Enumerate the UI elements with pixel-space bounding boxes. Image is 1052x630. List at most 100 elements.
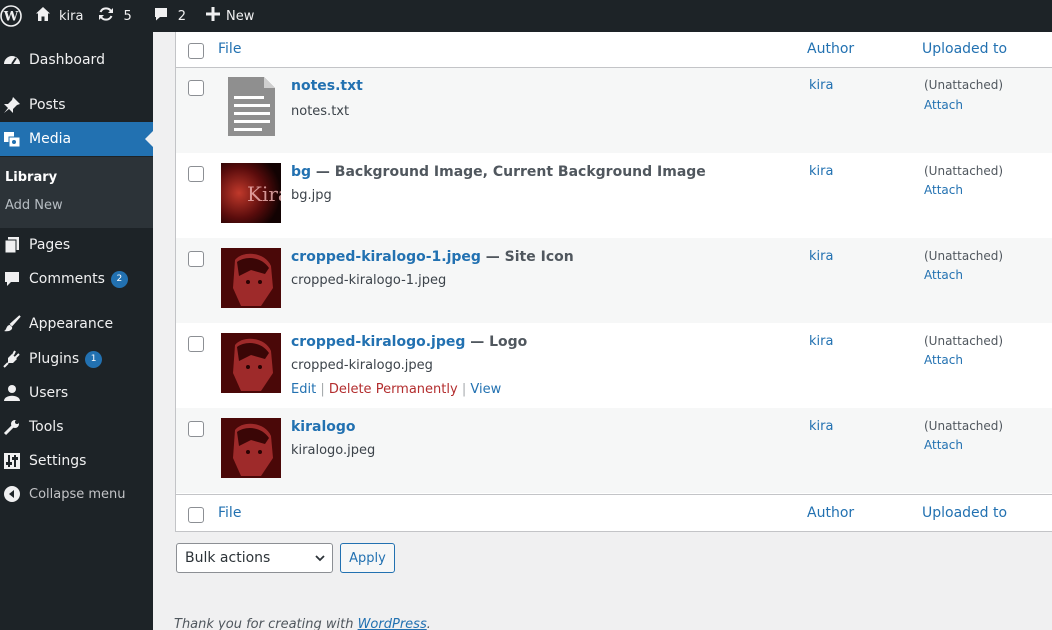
row-filename: bg.jpg bbox=[291, 188, 332, 203]
pin-icon bbox=[2, 95, 22, 115]
column-author-header[interactable]: Author bbox=[807, 41, 854, 57]
row-filename: notes.txt bbox=[291, 104, 350, 119]
collapse-arrow-icon bbox=[2, 484, 22, 504]
menu-users[interactable]: Users bbox=[0, 376, 153, 410]
row-checkbox[interactable] bbox=[188, 421, 204, 437]
collapse-menu-button[interactable]: Collapse menu bbox=[0, 477, 153, 511]
menu-pages[interactable]: Pages bbox=[0, 228, 153, 262]
submenu-library[interactable]: Library bbox=[5, 170, 57, 185]
menu-comments-label: Comments bbox=[29, 271, 105, 287]
plus-icon bbox=[206, 7, 221, 25]
wordpress-logo-icon[interactable]: W bbox=[0, 0, 22, 32]
wrench-icon bbox=[2, 417, 22, 437]
row-checkbox[interactable] bbox=[188, 80, 204, 96]
bulk-actions-select[interactable]: Bulk actions bbox=[176, 543, 333, 573]
row-checkbox[interactable] bbox=[188, 166, 204, 182]
row-attach-link[interactable]: Attach bbox=[924, 353, 963, 367]
row-attach-link[interactable]: Attach bbox=[924, 98, 963, 112]
row-title-link[interactable]: cropped-kiralogo-1.jpeg bbox=[291, 249, 481, 265]
admin-sidebar: Dashboard Posts Media Library Add New Pa… bbox=[0, 32, 153, 630]
chevron-down-icon bbox=[314, 552, 326, 568]
menu-posts-label: Posts bbox=[29, 97, 66, 113]
wordpress-link[interactable]: WordPress bbox=[358, 617, 427, 630]
menu-plugins[interactable]: Plugins 1 bbox=[0, 342, 153, 376]
column-uploaded-header[interactable]: Uploaded to bbox=[922, 41, 1007, 57]
bulk-actions-value: Bulk actions bbox=[185, 550, 271, 566]
media-list-table: File Author Uploaded to notes.txt notes.… bbox=[175, 32, 1052, 532]
menu-settings[interactable]: Settings bbox=[0, 444, 153, 478]
menu-posts[interactable]: Posts bbox=[0, 88, 153, 122]
submenu-add-new[interactable]: Add New bbox=[5, 198, 63, 213]
row-title: kiralogo bbox=[291, 419, 356, 435]
view-link[interactable]: View bbox=[470, 382, 501, 397]
menu-dashboard[interactable]: Dashboard bbox=[0, 43, 153, 77]
thumbnail-image[interactable]: Kira bbox=[221, 163, 281, 223]
dashboard-icon bbox=[2, 50, 22, 70]
edit-link[interactable]: Edit bbox=[291, 382, 316, 397]
menu-users-label: Users bbox=[29, 385, 69, 401]
table-footer: File Author Uploaded to bbox=[176, 494, 1052, 530]
column-file-footer[interactable]: File bbox=[218, 505, 241, 521]
row-author[interactable]: kira bbox=[809, 334, 833, 349]
user-icon bbox=[2, 383, 22, 403]
row-filename: cropped-kiralogo.jpeg bbox=[291, 358, 433, 373]
row-author[interactable]: kira bbox=[809, 78, 833, 93]
row-title: cropped-kiralogo.jpeg — Logo bbox=[291, 334, 527, 350]
row-actions: Edit | Delete Permanently | View bbox=[291, 382, 502, 397]
row-title-suffix: — Logo bbox=[465, 334, 528, 350]
row-title: notes.txt bbox=[291, 78, 363, 94]
menu-appearance[interactable]: Appearance bbox=[0, 307, 153, 341]
column-file-header[interactable]: File bbox=[218, 41, 241, 57]
row-checkbox[interactable] bbox=[188, 336, 204, 352]
apply-button[interactable]: Apply bbox=[340, 543, 395, 573]
table-row: kiralogo kiralogo.jpeg kira (Unattached)… bbox=[176, 408, 1052, 493]
media-submenu: Library Add New bbox=[0, 157, 153, 228]
thumbnail-image[interactable] bbox=[221, 248, 281, 308]
row-uploaded-to: (Unattached) bbox=[924, 249, 1004, 263]
menu-media-label: Media bbox=[29, 131, 72, 147]
menu-media[interactable]: Media bbox=[0, 122, 153, 156]
select-all-checkbox-footer[interactable] bbox=[188, 507, 204, 523]
row-title-link[interactable]: kiralogo bbox=[291, 419, 356, 435]
row-filename: cropped-kiralogo-1.jpeg bbox=[291, 273, 447, 288]
menu-settings-label: Settings bbox=[29, 453, 87, 469]
row-title: cropped-kiralogo-1.jpeg — Site Icon bbox=[291, 249, 574, 265]
row-uploaded-to: (Unattached) bbox=[924, 78, 1004, 92]
thumbnail-image[interactable] bbox=[221, 333, 281, 393]
row-title-link[interactable]: bg bbox=[291, 164, 311, 180]
menu-dashboard-label: Dashboard bbox=[29, 52, 105, 68]
delete-permanently-link[interactable]: Delete Permanently bbox=[329, 382, 458, 397]
thumbnail-image[interactable] bbox=[221, 418, 281, 478]
media-icon bbox=[2, 129, 22, 149]
comments-link[interactable]: 2 bbox=[153, 0, 186, 32]
menu-comments[interactable]: Comments 2 bbox=[0, 262, 153, 296]
row-title-link[interactable]: notes.txt bbox=[291, 78, 363, 94]
admin-bar: W kira 5 2 New bbox=[0, 0, 1052, 32]
comment-icon bbox=[2, 269, 22, 289]
row-attach-link[interactable]: Attach bbox=[924, 438, 963, 452]
comments-badge: 2 bbox=[110, 270, 128, 288]
comments-count: 2 bbox=[177, 8, 187, 24]
collapse-menu-label: Collapse menu bbox=[29, 486, 126, 502]
updates-link[interactable]: 5 bbox=[98, 0, 132, 32]
row-attach-link[interactable]: Attach bbox=[924, 268, 963, 282]
document-icon[interactable] bbox=[221, 76, 281, 136]
new-content-link[interactable]: New bbox=[206, 0, 254, 32]
table-row: notes.txt notes.txt kira (Unattached) At… bbox=[176, 68, 1052, 153]
select-all-checkbox[interactable] bbox=[188, 43, 204, 59]
menu-tools[interactable]: Tools bbox=[0, 410, 153, 444]
row-author[interactable]: kira bbox=[809, 249, 833, 264]
row-attach-link[interactable]: Attach bbox=[924, 183, 963, 197]
row-title-suffix: — Background Image, Current Background I… bbox=[311, 164, 706, 180]
row-author[interactable]: kira bbox=[809, 419, 833, 434]
column-author-footer[interactable]: Author bbox=[807, 505, 854, 521]
new-label: New bbox=[226, 8, 255, 24]
column-uploaded-footer[interactable]: Uploaded to bbox=[922, 505, 1007, 521]
row-title-link[interactable]: cropped-kiralogo.jpeg bbox=[291, 334, 465, 350]
updates-icon bbox=[98, 6, 114, 26]
plugins-badge: 1 bbox=[85, 350, 103, 368]
row-author[interactable]: kira bbox=[809, 164, 833, 179]
row-checkbox[interactable] bbox=[188, 251, 204, 267]
site-name-label: kira bbox=[59, 8, 84, 24]
site-name-link[interactable]: kira bbox=[35, 0, 83, 32]
